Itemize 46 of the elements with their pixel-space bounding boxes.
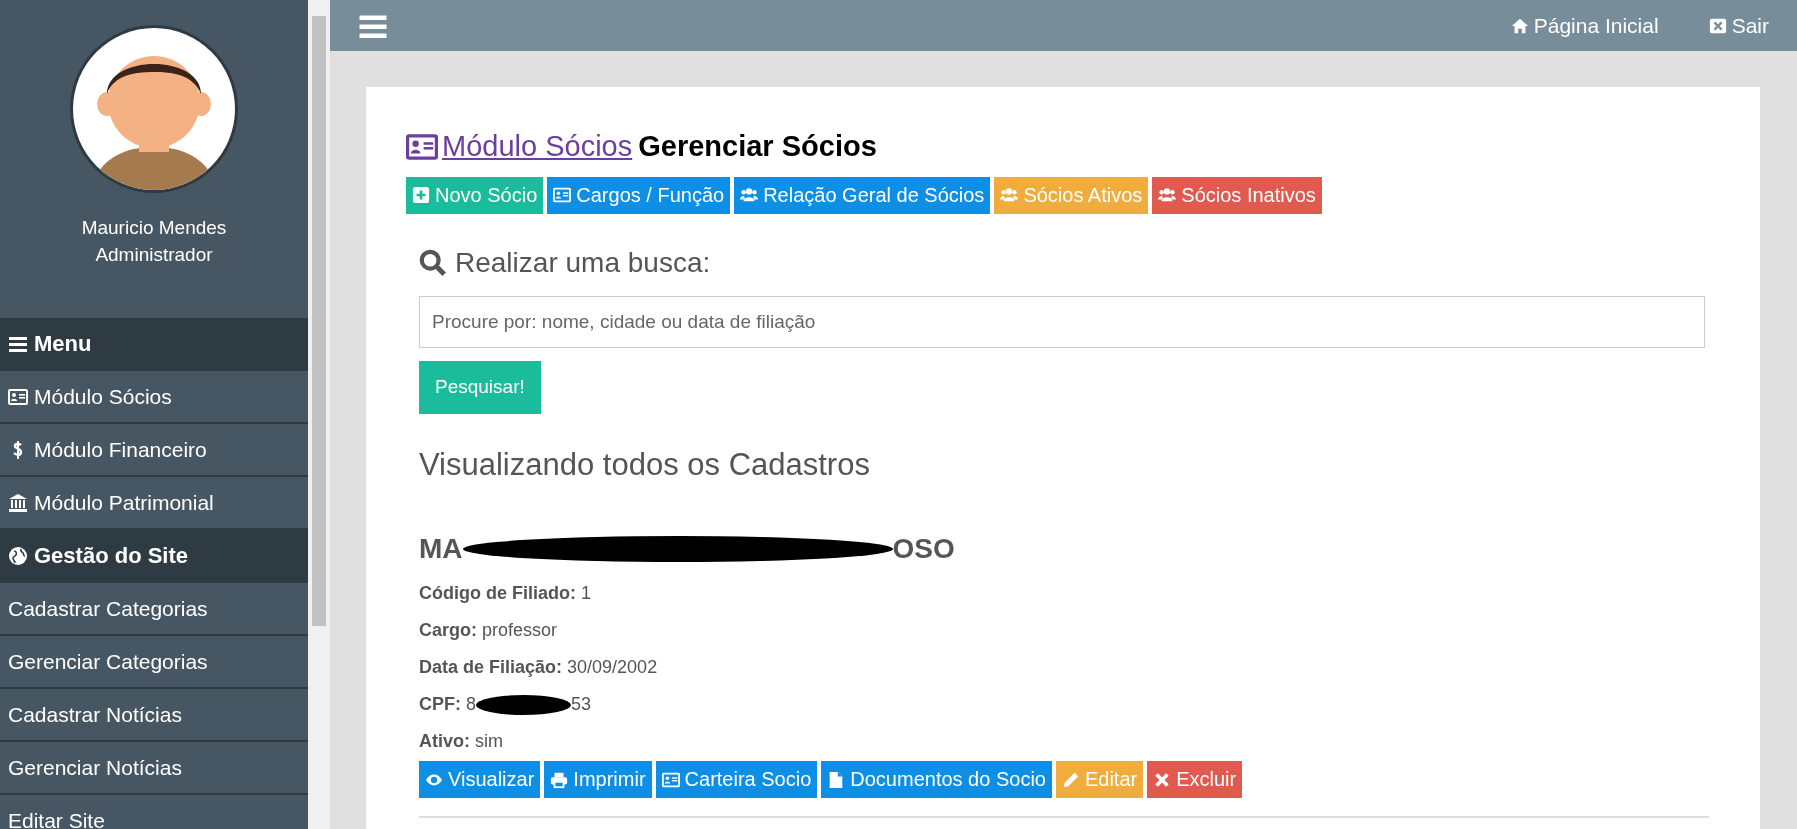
search-field[interactable]: Procure por: nome, cidade ou data de filiação xyxy=(419,295,1705,348)
bank-icon xyxy=(8,492,28,513)
nav-link[interactable]: Sair xyxy=(1708,9,1769,42)
id-card-icon xyxy=(8,386,28,407)
search-icon xyxy=(419,248,447,277)
action-button[interactable]: Novo Sócio xyxy=(406,176,544,214)
record-button[interactable]: Visualizar xyxy=(419,761,541,798)
record-button[interactable]: Excluir xyxy=(1147,761,1243,798)
menu-section-header: Menu xyxy=(0,318,308,371)
search-heading: Realizar uma busca: xyxy=(455,245,711,280)
field-text: Cargo: professor xyxy=(419,619,558,642)
users-icon xyxy=(740,186,759,204)
field-text: Ativo: sim xyxy=(419,730,503,753)
home-icon xyxy=(1510,16,1529,35)
users-icon xyxy=(1158,186,1177,204)
action-button[interactable]: Relação Geral de Sócios xyxy=(734,176,991,214)
scrollbar[interactable] xyxy=(308,0,330,829)
field-text: Data de Filiação: 30/09/2002 xyxy=(419,656,658,679)
action-button[interactable]: Sócios Ativos xyxy=(994,176,1149,214)
plus-icon xyxy=(412,186,430,204)
record-button[interactable]: Imprimir xyxy=(544,761,652,798)
printer-icon xyxy=(550,770,569,789)
search-button[interactable]: Pesquisar! xyxy=(419,360,541,414)
member-name: OSO xyxy=(892,532,955,566)
field-text: Código de Filiado: 1 xyxy=(419,582,591,605)
record-button[interactable]: Carteira Socio xyxy=(655,761,818,798)
record-button[interactable]: Editar xyxy=(1055,761,1144,798)
user-role: Administrador xyxy=(94,243,214,267)
record-button[interactable]: Documentos do Socio xyxy=(821,761,1052,798)
globe-icon xyxy=(8,545,28,566)
field-text: CPF: 8 xyxy=(419,693,476,716)
nav-link[interactable]: Página Inicial xyxy=(1510,9,1659,42)
menu-section-header: Gestão do Site xyxy=(0,530,308,583)
users-icon xyxy=(1000,186,1019,204)
pencil-icon xyxy=(1061,770,1080,789)
action-button[interactable]: Sócios Inativos xyxy=(1152,176,1322,214)
user-name: Mauricio Mendes xyxy=(81,216,227,240)
member-name: MA xyxy=(419,532,463,566)
close-icon xyxy=(1708,16,1727,35)
id-card-icon xyxy=(553,186,572,204)
id-card-icon xyxy=(661,770,680,789)
breadcrumb-link[interactable]: Módulo Sócios xyxy=(406,125,633,169)
page-title: Gerenciar Sócios xyxy=(638,129,877,164)
action-button[interactable]: Cargos / Função xyxy=(547,176,731,214)
field-text: 53 xyxy=(571,693,592,716)
section-heading: Visualizando todos os Cadastros xyxy=(419,445,871,484)
